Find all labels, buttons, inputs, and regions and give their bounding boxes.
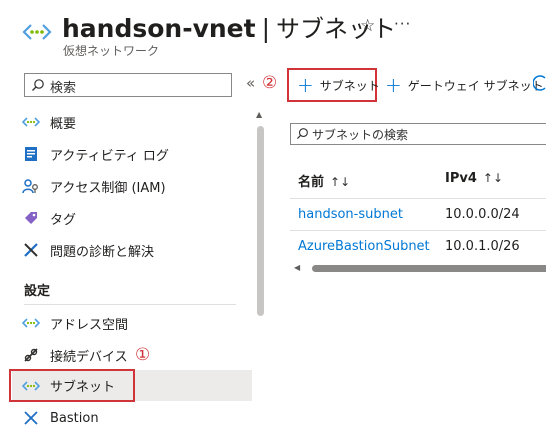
column-header-ipv4[interactable]: IPv4 ↑↓: [445, 171, 503, 186]
scrollbar-thumb[interactable]: [257, 126, 264, 316]
title-separator: |: [261, 14, 271, 43]
section-divider: [24, 304, 236, 305]
sidebar-item-label: Bastion: [50, 410, 99, 426]
sidebar-item-label: 接続デバイス: [50, 349, 128, 365]
subnet-ipv4: 10.0.0.0/24: [445, 207, 520, 222]
scroll-left-arrow-icon[interactable]: ◀: [294, 263, 300, 272]
diagnose-icon: [22, 241, 40, 259]
vnet-header-icon: [22, 20, 52, 44]
tag-icon: [22, 209, 40, 227]
star-icon[interactable]: ☆: [360, 16, 375, 36]
subnet-search-placeholder: サブネットの検索: [312, 128, 409, 142]
connected-devices-icon: [22, 346, 40, 364]
sidebar-item-overview[interactable]: 概要: [12, 107, 252, 137]
sidebar-item-activity-log[interactable]: アクティビティ ログ: [12, 139, 252, 169]
page-title: handson-vnet | サブネット: [62, 9, 396, 44]
subnet-ipv4: 10.0.1.0/26: [445, 239, 520, 254]
resource-name: handson-vnet: [62, 14, 256, 43]
sidebar-item-label: 概要: [50, 116, 77, 132]
sidebar-item-tags[interactable]: タグ: [12, 203, 252, 233]
collapse-sidebar-button[interactable]: «: [246, 74, 255, 92]
add-subnet-label: サブネット: [319, 78, 380, 93]
horizontal-scrollbar-thumb[interactable]: [312, 265, 546, 272]
sidebar-item-diagnose[interactable]: 問題の診断と解決: [12, 235, 252, 265]
search-icon: [296, 128, 308, 140]
search-icon: [32, 79, 44, 91]
bastion-icon: [22, 409, 40, 427]
table-header-divider: [290, 198, 546, 199]
more-options-button[interactable]: ···: [394, 15, 411, 33]
plus-icon: +: [297, 73, 314, 97]
scroll-up-arrow-icon[interactable]: ▲: [256, 110, 262, 119]
add-subnet-button[interactable]: + サブネット: [297, 70, 380, 100]
sidebar-item-address-space[interactable]: アドレス空間: [12, 308, 252, 338]
sort-icon: ↑↓: [330, 175, 351, 189]
sidebar-item-label: 問題の診断と解決: [50, 244, 155, 260]
column-header-name[interactable]: 名前 ↑↓: [298, 171, 350, 190]
sidebar-item-label: アドレス空間: [50, 317, 129, 333]
subnet-name-link[interactable]: handson-subnet: [298, 207, 403, 222]
highlight-box-subnets: [9, 369, 135, 402]
iam-icon: [22, 177, 40, 195]
annotation-marker-2: ②: [262, 73, 278, 93]
plus-icon: +: [385, 73, 402, 97]
add-gateway-subnet-button[interactable]: + ゲートウェイ サブネット: [385, 70, 544, 100]
column-header-name-label: 名前: [298, 175, 325, 190]
table-row-divider: [290, 230, 546, 231]
sidebar-item-label: アクセス制御 (IAM): [50, 180, 166, 196]
subnet-search-input[interactable]: サブネットの検索: [290, 123, 546, 145]
annotation-marker-1: ①: [135, 345, 151, 365]
sort-icon: ↑↓: [482, 171, 503, 185]
add-gateway-subnet-label: ゲートウェイ サブネット: [407, 78, 544, 93]
sidebar-item-connected-devices[interactable]: 接続デバイス: [12, 340, 252, 370]
sidebar-item-label: アクティビティ ログ: [50, 148, 169, 164]
sidebar-item-iam[interactable]: アクセス制御 (IAM): [12, 171, 252, 201]
sidebar-search-input[interactable]: 検索: [24, 73, 232, 97]
column-header-ipv4-label: IPv4: [445, 171, 477, 186]
subnet-name-link[interactable]: AzureBastionSubnet: [298, 239, 430, 254]
activity-log-icon: [22, 145, 40, 163]
sidebar-item-label: タグ: [50, 212, 77, 228]
sidebar-scrollbar[interactable]: ▲: [256, 110, 264, 430]
table-horizontal-scrollbar[interactable]: ◀: [294, 263, 546, 273]
section-label-settings: 設定: [24, 284, 51, 299]
resource-type: 仮想ネットワーク: [63, 44, 160, 58]
sidebar-search-placeholder: 検索: [50, 81, 77, 96]
address-space-icon: [22, 314, 40, 332]
refresh-icon[interactable]: [532, 74, 546, 96]
vnet-icon: [22, 113, 40, 131]
blade-name: サブネット: [276, 15, 397, 43]
